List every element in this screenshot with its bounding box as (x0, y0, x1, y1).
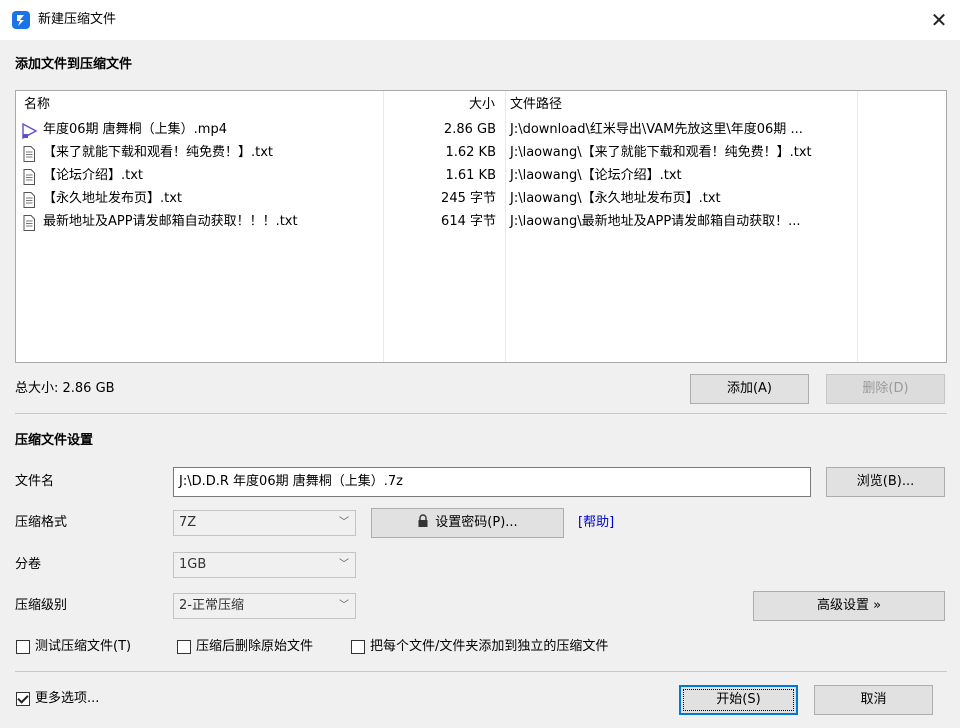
advanced-settings-button[interactable]: 高级设置 » (753, 591, 945, 621)
test-archive-label[interactable]: 测试压缩文件(T) (35, 638, 131, 656)
test-archive-checkbox[interactable] (16, 640, 30, 654)
section-divider (15, 413, 947, 414)
column-header-size[interactable]: 大小 (469, 96, 495, 114)
file-path: J:\laowang\【来了就能下载和观看！纯免费！】.txt (510, 145, 812, 160)
lock-icon (417, 511, 429, 527)
file-size: 1.61 KB (445, 168, 496, 183)
file-path: J:\download\红米导出\VAM先放这里\年度06期 ... (510, 122, 803, 137)
volume-label: 分卷 (15, 557, 42, 572)
file-path: J:\laowang\【永久地址发布页】.txt (510, 191, 721, 206)
delete-after-checkbox[interactable] (177, 640, 191, 654)
volume-value: 1GB (179, 557, 207, 572)
filename-label: 文件名 (15, 474, 55, 489)
set-password-button[interactable]: 设置密码(P)... (371, 508, 564, 538)
file-size: 614 字节 (441, 214, 496, 229)
delete-after-label[interactable]: 压缩后删除原始文件 (196, 638, 313, 656)
file-name: 【论坛介绍】.txt (43, 168, 144, 183)
volume-select[interactable]: 1GB ﹀ (173, 552, 356, 578)
close-icon[interactable]: ✕ (928, 8, 950, 32)
separate-archives-label[interactable]: 把每个文件/文件夹添加到独立的压缩文件 (370, 638, 608, 656)
video-file-icon (20, 122, 38, 140)
more-options-checkbox[interactable] (16, 692, 30, 706)
file-path: J:\laowang\【论坛介绍】.txt (510, 168, 682, 183)
file-row[interactable]: 【论坛介绍】.txt 1.61 KB J:\laowang\【论坛介绍】.txt (16, 165, 946, 188)
file-path: J:\laowang\最新地址及APP请发邮箱自动获取！... (510, 214, 801, 229)
separate-archives-checkbox[interactable] (351, 640, 365, 654)
set-password-label: 设置密码(P)... (435, 515, 518, 530)
filename-input[interactable]: J:\D.D.R 年度06期 唐舞桐（上集）.7z (173, 467, 811, 497)
column-header-path[interactable]: 文件路径 (510, 96, 562, 114)
text-file-icon (20, 145, 38, 163)
window-title: 新建压缩文件 (38, 12, 117, 27)
add-files-heading: 添加文件到压缩文件 (15, 57, 133, 72)
text-file-icon (20, 214, 38, 232)
start-button[interactable]: 开始(S) (679, 685, 798, 715)
level-label: 压缩级别 (15, 598, 68, 613)
file-name: 年度06期 唐舞桐（上集）.mp4 (43, 122, 227, 137)
chevron-down-icon: ﹀ (339, 517, 349, 528)
cancel-button[interactable]: 取消 (814, 685, 933, 715)
level-value: 2-正常压缩 (179, 598, 244, 613)
file-row[interactable]: 【来了就能下载和观看！纯免费！】.txt 1.62 KB J:\laowang\… (16, 142, 946, 165)
column-header-name[interactable]: 名称 (24, 96, 50, 114)
file-name: 【永久地址发布页】.txt (43, 191, 183, 206)
file-list[interactable]: 名称 大小 文件路径 年度06期 唐舞桐（上集）.mp4 2.86 GB J:\… (15, 90, 947, 363)
chevron-down-icon: ﹀ (339, 600, 349, 611)
file-row[interactable]: 年度06期 唐舞桐（上集）.mp4 2.86 GB J:\download\红米… (16, 119, 946, 142)
chevron-down-icon: ﹀ (339, 559, 349, 570)
settings-heading: 压缩文件设置 (15, 433, 94, 448)
browse-button[interactable]: 浏览(B)... (826, 467, 945, 497)
level-select[interactable]: 2-正常压缩 ﹀ (173, 593, 356, 619)
format-select[interactable]: 7Z ﹀ (173, 510, 356, 536)
text-file-icon (20, 191, 38, 209)
format-value: 7Z (179, 515, 197, 530)
file-name: 最新地址及APP请发邮箱自动获取！！！.txt (43, 214, 298, 229)
file-size: 245 字节 (441, 191, 496, 206)
file-name: 【来了就能下载和观看！纯免费！】.txt (43, 145, 274, 160)
file-size: 1.62 KB (445, 145, 496, 160)
text-file-icon (20, 168, 38, 186)
more-options-label[interactable]: 更多选项... (35, 690, 99, 708)
total-size-label: 总大小: 2.86 GB (15, 381, 115, 396)
footer-divider (15, 671, 947, 672)
help-link[interactable]: [帮助] (578, 514, 614, 532)
file-row[interactable]: 【永久地址发布页】.txt 245 字节 J:\laowang\【永久地址发布页… (16, 188, 946, 211)
title-bar (0, 0, 960, 40)
add-button[interactable]: 添加(A) (690, 374, 809, 404)
format-label: 压缩格式 (15, 515, 68, 530)
file-row[interactable]: 最新地址及APP请发邮箱自动获取！！！.txt 614 字节 J:\laowan… (16, 211, 946, 234)
file-size: 2.86 GB (443, 122, 496, 137)
app-logo-icon (12, 11, 30, 29)
delete-button[interactable]: 删除(D) (826, 374, 945, 404)
